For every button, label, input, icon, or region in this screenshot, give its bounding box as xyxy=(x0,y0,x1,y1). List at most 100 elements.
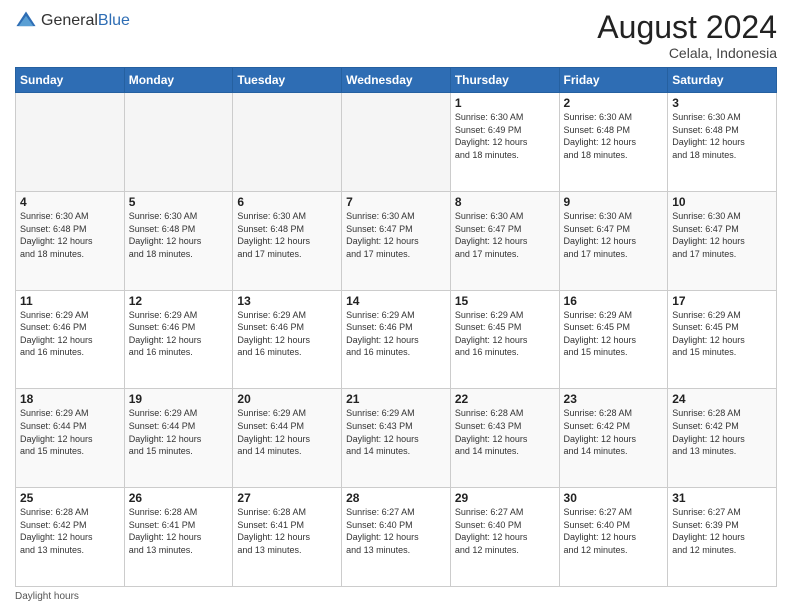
table-row: 13Sunrise: 6:29 AM Sunset: 6:46 PM Dayli… xyxy=(233,290,342,389)
table-row: 2Sunrise: 6:30 AM Sunset: 6:48 PM Daylig… xyxy=(559,93,668,192)
day-number: 1 xyxy=(455,96,555,110)
page: GeneralBlue August 2024 Celala, Indonesi… xyxy=(0,0,792,612)
table-row: 23Sunrise: 6:28 AM Sunset: 6:42 PM Dayli… xyxy=(559,389,668,488)
day-info: Sunrise: 6:30 AM Sunset: 6:48 PM Dayligh… xyxy=(129,210,229,260)
day-number: 18 xyxy=(20,392,120,406)
day-info: Sunrise: 6:28 AM Sunset: 6:42 PM Dayligh… xyxy=(20,506,120,556)
table-row xyxy=(342,93,451,192)
day-info: Sunrise: 6:29 AM Sunset: 6:44 PM Dayligh… xyxy=(237,407,337,457)
day-number: 2 xyxy=(564,96,664,110)
calendar-week-5: 25Sunrise: 6:28 AM Sunset: 6:42 PM Dayli… xyxy=(16,488,777,587)
day-info: Sunrise: 6:30 AM Sunset: 6:47 PM Dayligh… xyxy=(564,210,664,260)
day-number: 13 xyxy=(237,294,337,308)
day-number: 31 xyxy=(672,491,772,505)
day-info: Sunrise: 6:29 AM Sunset: 6:45 PM Dayligh… xyxy=(564,309,664,359)
table-row: 16Sunrise: 6:29 AM Sunset: 6:45 PM Dayli… xyxy=(559,290,668,389)
table-row: 26Sunrise: 6:28 AM Sunset: 6:41 PM Dayli… xyxy=(124,488,233,587)
day-number: 16 xyxy=(564,294,664,308)
logo-icon xyxy=(15,10,37,32)
day-number: 15 xyxy=(455,294,555,308)
table-row: 6Sunrise: 6:30 AM Sunset: 6:48 PM Daylig… xyxy=(233,191,342,290)
day-info: Sunrise: 6:30 AM Sunset: 6:47 PM Dayligh… xyxy=(346,210,446,260)
day-number: 6 xyxy=(237,195,337,209)
title-block: August 2024 Celala, Indonesia xyxy=(597,10,777,61)
day-info: Sunrise: 6:28 AM Sunset: 6:41 PM Dayligh… xyxy=(237,506,337,556)
day-info: Sunrise: 6:29 AM Sunset: 6:46 PM Dayligh… xyxy=(237,309,337,359)
table-row: 17Sunrise: 6:29 AM Sunset: 6:45 PM Dayli… xyxy=(668,290,777,389)
header-day-monday: Monday xyxy=(124,68,233,93)
location: Celala, Indonesia xyxy=(597,45,777,61)
day-info: Sunrise: 6:30 AM Sunset: 6:48 PM Dayligh… xyxy=(564,111,664,161)
day-info: Sunrise: 6:28 AM Sunset: 6:41 PM Dayligh… xyxy=(129,506,229,556)
day-number: 27 xyxy=(237,491,337,505)
day-info: Sunrise: 6:30 AM Sunset: 6:48 PM Dayligh… xyxy=(20,210,120,260)
table-row: 28Sunrise: 6:27 AM Sunset: 6:40 PM Dayli… xyxy=(342,488,451,587)
day-number: 26 xyxy=(129,491,229,505)
day-number: 28 xyxy=(346,491,446,505)
day-number: 8 xyxy=(455,195,555,209)
day-number: 14 xyxy=(346,294,446,308)
day-info: Sunrise: 6:28 AM Sunset: 6:42 PM Dayligh… xyxy=(564,407,664,457)
table-row: 31Sunrise: 6:27 AM Sunset: 6:39 PM Dayli… xyxy=(668,488,777,587)
day-info: Sunrise: 6:29 AM Sunset: 6:46 PM Dayligh… xyxy=(129,309,229,359)
day-number: 25 xyxy=(20,491,120,505)
logo: GeneralBlue xyxy=(15,10,130,32)
day-info: Sunrise: 6:27 AM Sunset: 6:39 PM Dayligh… xyxy=(672,506,772,556)
table-row: 12Sunrise: 6:29 AM Sunset: 6:46 PM Dayli… xyxy=(124,290,233,389)
day-info: Sunrise: 6:29 AM Sunset: 6:43 PM Dayligh… xyxy=(346,407,446,457)
header-day-thursday: Thursday xyxy=(450,68,559,93)
table-row: 20Sunrise: 6:29 AM Sunset: 6:44 PM Dayli… xyxy=(233,389,342,488)
day-info: Sunrise: 6:27 AM Sunset: 6:40 PM Dayligh… xyxy=(564,506,664,556)
calendar: SundayMondayTuesdayWednesdayThursdayFrid… xyxy=(15,67,777,587)
table-row xyxy=(16,93,125,192)
daylight-label: Daylight hours xyxy=(15,591,79,602)
table-row: 9Sunrise: 6:30 AM Sunset: 6:47 PM Daylig… xyxy=(559,191,668,290)
day-number: 4 xyxy=(20,195,120,209)
day-info: Sunrise: 6:29 AM Sunset: 6:46 PM Dayligh… xyxy=(346,309,446,359)
day-number: 29 xyxy=(455,491,555,505)
table-row: 19Sunrise: 6:29 AM Sunset: 6:44 PM Dayli… xyxy=(124,389,233,488)
footer: Daylight hours xyxy=(15,591,777,602)
day-info: Sunrise: 6:30 AM Sunset: 6:48 PM Dayligh… xyxy=(237,210,337,260)
table-row: 14Sunrise: 6:29 AM Sunset: 6:46 PM Dayli… xyxy=(342,290,451,389)
day-number: 17 xyxy=(672,294,772,308)
table-row: 15Sunrise: 6:29 AM Sunset: 6:45 PM Dayli… xyxy=(450,290,559,389)
header-day-tuesday: Tuesday xyxy=(233,68,342,93)
calendar-header-row: SundayMondayTuesdayWednesdayThursdayFrid… xyxy=(16,68,777,93)
day-number: 22 xyxy=(455,392,555,406)
table-row: 10Sunrise: 6:30 AM Sunset: 6:47 PM Dayli… xyxy=(668,191,777,290)
day-number: 5 xyxy=(129,195,229,209)
day-number: 30 xyxy=(564,491,664,505)
day-number: 23 xyxy=(564,392,664,406)
header-day-friday: Friday xyxy=(559,68,668,93)
day-info: Sunrise: 6:28 AM Sunset: 6:43 PM Dayligh… xyxy=(455,407,555,457)
day-info: Sunrise: 6:28 AM Sunset: 6:42 PM Dayligh… xyxy=(672,407,772,457)
day-number: 11 xyxy=(20,294,120,308)
day-info: Sunrise: 6:30 AM Sunset: 6:49 PM Dayligh… xyxy=(455,111,555,161)
month-year: August 2024 xyxy=(597,10,777,45)
day-info: Sunrise: 6:27 AM Sunset: 6:40 PM Dayligh… xyxy=(346,506,446,556)
day-info: Sunrise: 6:29 AM Sunset: 6:44 PM Dayligh… xyxy=(20,407,120,457)
table-row: 7Sunrise: 6:30 AM Sunset: 6:47 PM Daylig… xyxy=(342,191,451,290)
day-number: 12 xyxy=(129,294,229,308)
table-row xyxy=(124,93,233,192)
calendar-week-1: 1Sunrise: 6:30 AM Sunset: 6:49 PM Daylig… xyxy=(16,93,777,192)
day-number: 9 xyxy=(564,195,664,209)
logo-general: General xyxy=(41,12,98,29)
day-number: 20 xyxy=(237,392,337,406)
table-row: 27Sunrise: 6:28 AM Sunset: 6:41 PM Dayli… xyxy=(233,488,342,587)
table-row: 24Sunrise: 6:28 AM Sunset: 6:42 PM Dayli… xyxy=(668,389,777,488)
table-row: 8Sunrise: 6:30 AM Sunset: 6:47 PM Daylig… xyxy=(450,191,559,290)
table-row: 11Sunrise: 6:29 AM Sunset: 6:46 PM Dayli… xyxy=(16,290,125,389)
day-info: Sunrise: 6:30 AM Sunset: 6:48 PM Dayligh… xyxy=(672,111,772,161)
day-number: 19 xyxy=(129,392,229,406)
day-number: 3 xyxy=(672,96,772,110)
table-row: 5Sunrise: 6:30 AM Sunset: 6:48 PM Daylig… xyxy=(124,191,233,290)
table-row: 4Sunrise: 6:30 AM Sunset: 6:48 PM Daylig… xyxy=(16,191,125,290)
day-number: 10 xyxy=(672,195,772,209)
day-info: Sunrise: 6:29 AM Sunset: 6:44 PM Dayligh… xyxy=(129,407,229,457)
table-row: 18Sunrise: 6:29 AM Sunset: 6:44 PM Dayli… xyxy=(16,389,125,488)
table-row: 21Sunrise: 6:29 AM Sunset: 6:43 PM Dayli… xyxy=(342,389,451,488)
calendar-week-4: 18Sunrise: 6:29 AM Sunset: 6:44 PM Dayli… xyxy=(16,389,777,488)
day-number: 7 xyxy=(346,195,446,209)
